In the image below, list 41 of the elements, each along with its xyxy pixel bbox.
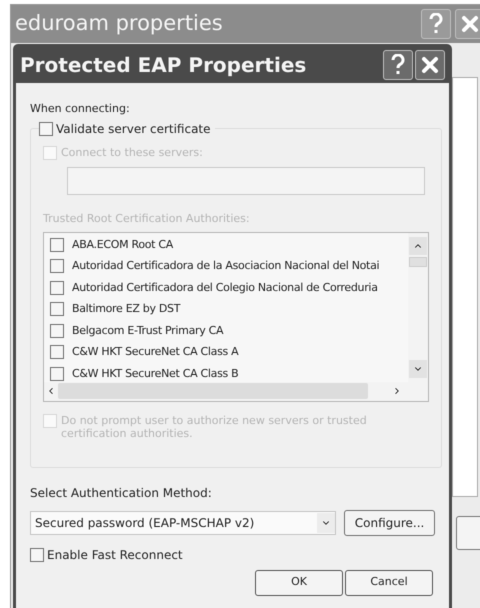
button[interactable] bbox=[456, 516, 480, 550]
help-icon bbox=[391, 54, 405, 76]
list-item[interactable]: Baltimore EZ by DST bbox=[72, 301, 180, 318]
checkbox-label: Do not prompt user to authorize new servers or trusted certification authorities. bbox=[61, 414, 368, 440]
checkbox-label: Enable Fast Reconnect bbox=[47, 546, 183, 564]
checkbox[interactable] bbox=[30, 548, 44, 562]
list-item[interactable]: ABA.ECOM Root CA bbox=[72, 236, 173, 253]
close-button[interactable] bbox=[415, 50, 445, 80]
method-dropdown[interactable]: Secured password (EAP-MSCHAP v2) bbox=[30, 510, 336, 534]
checkbox[interactable] bbox=[50, 345, 64, 360]
horizontal-scrollbar[interactable] bbox=[44, 382, 428, 400]
list-item[interactable]: Belgacom E-Trust Primary CA bbox=[72, 322, 224, 339]
help-button[interactable] bbox=[421, 9, 451, 39]
list-item[interactable]: Autoridad Certificadora del Colegio Nacional de Correduria bbox=[72, 280, 378, 296]
configure-button[interactable]: Configure... bbox=[344, 510, 435, 536]
checkbox-label: Connect to these servers: bbox=[61, 144, 203, 160]
vertical-scrollbar[interactable] bbox=[408, 232, 428, 382]
help-button[interactable] bbox=[383, 50, 413, 80]
window-title: eduroam properties bbox=[15, 10, 224, 38]
checkbox[interactable] bbox=[50, 280, 64, 295]
section-label: When connecting: bbox=[30, 101, 131, 117]
servers-field[interactable] bbox=[67, 167, 425, 195]
cancel-button[interactable]: Cancel bbox=[345, 570, 433, 596]
scroll-thumb[interactable] bbox=[409, 256, 427, 266]
checkbox[interactable] bbox=[50, 238, 64, 252]
section-label: Select Authentication Method: bbox=[30, 484, 213, 502]
checkbox[interactable] bbox=[50, 324, 64, 338]
checkbox-label: Validate server certificate bbox=[56, 120, 211, 138]
scroll-thumb[interactable] bbox=[58, 383, 368, 400]
list-item[interactable]: C&W HKT SecureNet CA Class B bbox=[72, 366, 238, 382]
checkbox[interactable] bbox=[50, 302, 64, 316]
list-item[interactable]: Autoridad Certificadora de la Asociacion Nacional del Notai bbox=[72, 258, 380, 274]
checkbox[interactable] bbox=[50, 366, 64, 381]
list-item[interactable]: C&W HKT SecureNet CA Class A bbox=[72, 344, 238, 360]
ok-button[interactable]: OK bbox=[255, 570, 343, 596]
help-icon bbox=[429, 13, 443, 35]
close-button[interactable] bbox=[455, 9, 480, 39]
checkbox[interactable] bbox=[39, 122, 53, 136]
section-label: Trusted Root Certification Authorities: bbox=[43, 211, 251, 227]
dialog-title: Protected EAP Properties bbox=[20, 52, 308, 79]
checkbox[interactable] bbox=[50, 259, 64, 274]
